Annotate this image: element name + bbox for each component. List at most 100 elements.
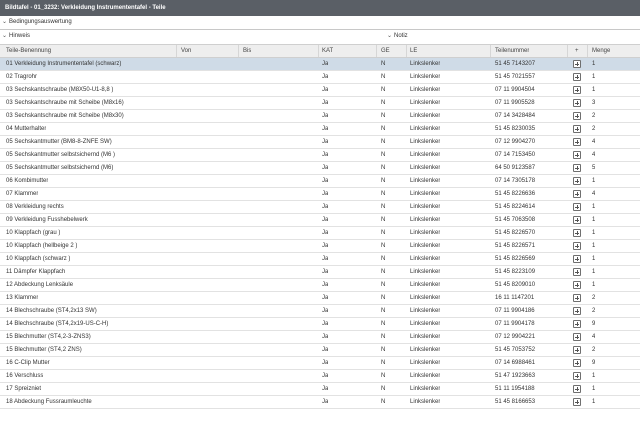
cell-ge: N bbox=[381, 269, 386, 275]
table-row[interactable]: 04 Mutterhalter Ja N Linkslenker 51 45 8… bbox=[0, 123, 640, 136]
cell-ge: N bbox=[381, 139, 386, 145]
table-row[interactable]: 10 Klappfach (hellbeige 2 ) Ja N Linksle… bbox=[0, 240, 640, 253]
add-to-cart-icon[interactable] bbox=[573, 112, 581, 120]
cell-name: 16 C-Clip Mutter bbox=[6, 360, 50, 366]
table-row[interactable]: 17 Spreizniet Ja N Linkslenker 51 11 195… bbox=[0, 383, 640, 396]
table-row[interactable]: 06 Kombimutter Ja N Linkslenker 07 14 73… bbox=[0, 175, 640, 188]
table-row[interactable]: 16 Verschluss Ja N Linkslenker 51 47 192… bbox=[0, 370, 640, 383]
add-to-cart-icon[interactable] bbox=[573, 307, 581, 315]
table-row[interactable]: 10 Klappfach (grau ) Ja N Linkslenker 51… bbox=[0, 227, 640, 240]
column-header-add[interactable]: + bbox=[575, 45, 579, 57]
add-to-cart-icon[interactable] bbox=[573, 190, 581, 198]
cell-le: Linkslenker bbox=[410, 269, 441, 275]
add-to-cart-icon[interactable] bbox=[573, 268, 581, 276]
add-to-cart-icon[interactable] bbox=[573, 398, 581, 406]
add-to-cart-icon[interactable] bbox=[573, 346, 581, 354]
add-to-cart-icon[interactable] bbox=[573, 216, 581, 224]
add-to-cart-icon[interactable] bbox=[573, 372, 581, 380]
table-header: Teile-Benennung Von Bis KAT GE LE Teilen… bbox=[0, 44, 640, 58]
cell-le: Linkslenker bbox=[410, 282, 441, 288]
table-row[interactable]: 13 Klammer Ja N Linkslenker 16 11 114720… bbox=[0, 292, 640, 305]
cell-ge: N bbox=[381, 217, 386, 223]
cell-qty: 1 bbox=[592, 230, 596, 236]
table-row[interactable]: 03 Sechskantschraube mit Scheibe (M8x16)… bbox=[0, 97, 640, 110]
cell-le: Linkslenker bbox=[410, 256, 441, 262]
cell-partno: 51 45 8224614 bbox=[495, 204, 536, 210]
table-row[interactable]: 16 C-Clip Mutter Ja N Linkslenker 07 14 … bbox=[0, 357, 640, 370]
cell-qty: 5 bbox=[592, 165, 596, 171]
add-to-cart-icon[interactable] bbox=[573, 320, 581, 328]
add-to-cart-icon[interactable] bbox=[573, 255, 581, 263]
add-to-cart-icon[interactable] bbox=[573, 164, 581, 172]
cell-name: 05 Sechskantmutter selbstsichernd (M6) bbox=[6, 165, 114, 171]
table-row[interactable]: 08 Verkleidung rechts Ja N Linkslenker 5… bbox=[0, 201, 640, 214]
cell-le: Linkslenker bbox=[410, 334, 441, 340]
table-row[interactable]: 07 Klammer Ja N Linkslenker 51 45 822663… bbox=[0, 188, 640, 201]
cell-ge: N bbox=[381, 74, 386, 80]
table-row[interactable]: 01 Verkleidung Instrumententafel (schwar… bbox=[0, 58, 640, 71]
table-row[interactable]: 02 Tragrohr Ja N Linkslenker 51 45 70215… bbox=[0, 71, 640, 84]
cell-name: 12 Abdeckung Lenksäule bbox=[6, 282, 74, 288]
table-row[interactable]: 12 Abdeckung Lenksäule Ja N Linkslenker … bbox=[0, 279, 640, 292]
column-header-from[interactable]: Von bbox=[181, 45, 191, 57]
add-to-cart-icon[interactable] bbox=[573, 333, 581, 341]
add-to-cart-icon[interactable] bbox=[573, 229, 581, 237]
add-to-cart-icon[interactable] bbox=[573, 73, 581, 81]
cell-qty: 2 bbox=[592, 308, 596, 314]
cell-ge: N bbox=[381, 256, 386, 262]
cell-partno: 51 45 8223109 bbox=[495, 269, 536, 275]
cell-partno: 07 14 6988461 bbox=[495, 360, 536, 366]
column-header-le[interactable]: LE bbox=[410, 45, 417, 57]
cell-le: Linkslenker bbox=[410, 178, 441, 184]
cell-le: Linkslenker bbox=[410, 295, 441, 301]
add-to-cart-icon[interactable] bbox=[573, 177, 581, 185]
table-row[interactable]: 14 Blechschraube (ST4,2x19-US-C-H) Ja N … bbox=[0, 318, 640, 331]
table-row[interactable]: 05 Sechskantmutter selbstsichernd (M6) J… bbox=[0, 162, 640, 175]
add-to-cart-icon[interactable] bbox=[573, 125, 581, 133]
add-to-cart-icon[interactable] bbox=[573, 281, 581, 289]
column-header-partno[interactable]: Teilenummer bbox=[495, 45, 529, 57]
table-row[interactable]: 03 Sechskantschraube (M8X50-U1-8,8 ) Ja … bbox=[0, 84, 640, 97]
add-to-cart-icon[interactable] bbox=[573, 242, 581, 250]
table-row[interactable]: 05 Sechskantmutter selbstsichernd (M6 ) … bbox=[0, 149, 640, 162]
section-condition[interactable]: ⌄ Bedingungsauswertung bbox=[2, 17, 72, 28]
table-row[interactable]: 05 Sechskantmutter (BM8-8-ZNFE SW) Ja N … bbox=[0, 136, 640, 149]
cell-name: 05 Sechskantmutter selbstsichernd (M6 ) bbox=[6, 152, 116, 158]
add-to-cart-icon[interactable] bbox=[573, 138, 581, 146]
add-to-cart-icon[interactable] bbox=[573, 359, 581, 367]
table-row[interactable]: 14 Blechschraube (ST4,2x13 SW) Ja N Link… bbox=[0, 305, 640, 318]
cell-name: 03 Sechskantschraube (M8X50-U1-8,8 ) bbox=[6, 87, 114, 93]
cell-le: Linkslenker bbox=[410, 126, 441, 132]
column-header-name[interactable]: Teile-Benennung bbox=[6, 45, 51, 57]
section-hint[interactable]: ⌄ Hinweis bbox=[2, 31, 30, 42]
add-to-cart-icon[interactable] bbox=[573, 60, 581, 68]
cell-qty: 4 bbox=[592, 334, 596, 340]
cell-kat: Ja bbox=[322, 282, 329, 288]
cell-qty: 1 bbox=[592, 178, 596, 184]
cell-name: 10 Klappfach (hellbeige 2 ) bbox=[6, 243, 78, 249]
cell-ge: N bbox=[381, 165, 386, 171]
section-note[interactable]: ⌄ Notiz bbox=[387, 31, 408, 42]
column-header-to[interactable]: Bis bbox=[243, 45, 251, 57]
table-row[interactable]: 10 Klappfach (schwarz ) Ja N Linkslenker… bbox=[0, 253, 640, 266]
table-row[interactable]: 09 Verkleidung Fusshebelwerk Ja N Linksl… bbox=[0, 214, 640, 227]
cell-kat: Ja bbox=[322, 256, 329, 262]
add-to-cart-icon[interactable] bbox=[573, 203, 581, 211]
table-row[interactable]: 18 Abdeckung Fussraumleuchte Ja N Linksl… bbox=[0, 396, 640, 409]
column-divider bbox=[567, 45, 568, 57]
add-to-cart-icon[interactable] bbox=[573, 385, 581, 393]
table-row[interactable]: 03 Sechskantschraube mit Scheibe (M8x30)… bbox=[0, 110, 640, 123]
cell-kat: Ja bbox=[322, 269, 329, 275]
table-row[interactable]: 15 Blechmutter (ST4,2 ZNS) Ja N Linkslen… bbox=[0, 344, 640, 357]
column-header-qty[interactable]: Menge bbox=[592, 45, 610, 57]
column-header-ge[interactable]: GE bbox=[381, 45, 390, 57]
add-to-cart-icon[interactable] bbox=[573, 151, 581, 159]
add-to-cart-icon[interactable] bbox=[573, 294, 581, 302]
add-to-cart-icon[interactable] bbox=[573, 99, 581, 107]
table-row[interactable]: 11 Dämpfer Klappfach Ja N Linkslenker 51… bbox=[0, 266, 640, 279]
column-header-kat[interactable]: KAT bbox=[322, 45, 333, 57]
add-to-cart-icon[interactable] bbox=[573, 86, 581, 94]
cell-qty: 1 bbox=[592, 399, 596, 405]
table-row[interactable]: 15 Blechmutter (ST4,2-3-ZNS3) Ja N Links… bbox=[0, 331, 640, 344]
cell-name: 08 Verkleidung rechts bbox=[6, 204, 64, 210]
